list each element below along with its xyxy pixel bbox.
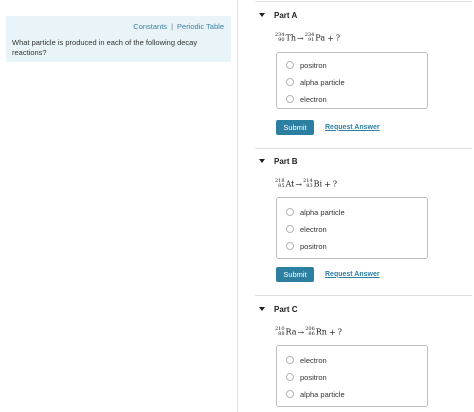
choice-option[interactable]: alpha particle [286,389,345,399]
unknown-particle: ? [332,179,338,189]
reactant-atomic-number: 90 [278,37,285,43]
collapse-caret-icon [259,159,265,163]
submit-button[interactable]: Submit [276,119,314,135]
part-b-equation: 218 85 At→ 214 83 Bi +? [275,179,337,189]
question-text: What particle is produced in each of the… [12,38,198,57]
reactant-atomic-number: 88 [278,331,285,337]
choice-label: positron [300,241,327,251]
part-a-divider [255,1,472,2]
reactant-nuclide: 210 88 Ra [275,327,297,337]
periodic-table-link[interactable]: Periodic Table [177,22,224,31]
choice-option[interactable]: electron [286,94,327,104]
radio-button[interactable] [286,208,294,216]
request-answer-link[interactable]: Request Answer [325,124,380,131]
reaction-arrow: → [297,327,305,337]
right-pane: Part A 234 90 Th→ 234 91 Pa +? positron alpha … [239,0,474,412]
part-b-divider [255,148,472,149]
reactant-symbol: Th [285,33,297,43]
product-symbol: Bi [313,179,323,189]
unknown-particle: ? [335,33,341,43]
product-nuclide: 206 86 Rn [305,327,327,337]
choice-label: electron [300,224,327,234]
choice-label: positron [300,60,327,70]
reactant-nuclide: 234 90 Th [275,33,296,43]
choice-option[interactable]: electron [286,224,327,234]
choice-option[interactable]: alpha particle [286,77,345,87]
product-symbol: Pa [315,33,326,43]
reactant-symbol: At [285,179,295,189]
part-b-header[interactable]: Part B [259,155,298,167]
part-c-title: Part C [274,304,298,314]
part-a-actions: Submit Request Answer [276,119,380,135]
collapse-caret-icon [259,307,265,311]
reaction-arrow: → [295,179,303,189]
part-a-header[interactable]: Part A [259,9,297,21]
choice-label: electron [300,94,327,104]
plus-sign: + [328,327,336,337]
choice-option[interactable]: alpha particle [286,207,345,217]
reactant-nuclide: 218 85 At [275,179,294,189]
choice-label: alpha particle [300,77,345,87]
choice-label: positron [300,372,327,382]
resource-links: Constants | Periodic Table [133,22,224,31]
choice-option[interactable]: positron [286,241,327,251]
part-c-equation: 210 88 Ra→ 206 86 Rn +? [275,327,342,337]
product-atomic-number: 91 [307,37,315,43]
radio-button[interactable] [286,95,294,103]
radio-button[interactable] [286,356,294,364]
choice-label: electron [300,355,327,365]
part-a-choices: positron alpha particle electron [276,52,428,109]
plus-sign: + [327,33,334,43]
constants-link[interactable]: Constants [133,22,167,31]
part-c-divider [255,295,472,296]
collapse-caret-icon [259,13,265,17]
plus-sign: + [324,179,331,189]
part-b-actions: Submit Request Answer [276,266,380,282]
part-b-title: Part B [274,156,298,166]
radio-button[interactable] [286,242,294,250]
left-pane: Constants | Periodic Table What particle i… [0,0,238,412]
radio-button[interactable] [286,225,294,233]
product-symbol: Rn [315,327,327,337]
choice-label: alpha particle [300,207,345,217]
product-atomic-number: 83 [306,183,313,189]
reaction-arrow: → [297,33,304,43]
radio-button[interactable] [286,61,294,69]
part-c-header[interactable]: Part C [259,303,298,315]
choice-option[interactable]: positron [286,60,327,70]
product-atomic-number: 86 [308,331,315,337]
part-a-equation: 234 90 Th→ 234 91 Pa +? [275,33,340,43]
product-nuclide: 214 83 Bi [303,179,322,189]
choice-option[interactable]: electron [286,355,327,365]
choice-label: alpha particle [300,389,345,399]
radio-button[interactable] [286,373,294,381]
part-b-choices: alpha particle electron positron [276,197,428,259]
intro-box: Constants | Periodic Table What particle i… [6,16,231,62]
radio-button[interactable] [286,390,294,398]
link-separator: | [171,22,174,31]
reactant-atomic-number: 85 [278,183,285,189]
unknown-particle: ? [337,327,342,337]
submit-button[interactable]: Submit [276,266,314,282]
reactant-symbol: Ra [285,327,297,337]
choice-option[interactable]: positron [286,372,327,382]
product-nuclide: 234 91 Pa [305,33,325,43]
part-c-choices: electron positron alpha particle [276,345,428,407]
part-a-title: Part A [274,10,298,20]
radio-button[interactable] [286,78,294,86]
request-answer-link[interactable]: Request Answer [325,271,380,278]
